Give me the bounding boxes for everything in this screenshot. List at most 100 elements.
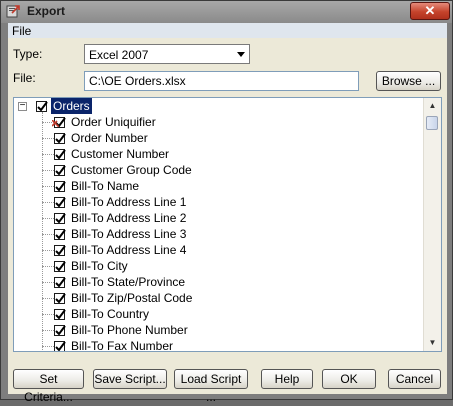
collapse-icon[interactable]: − bbox=[18, 101, 27, 111]
checkmark-icon bbox=[55, 213, 66, 224]
tree-connector bbox=[42, 346, 54, 347]
tree-item[interactable]: Bill-To Address Line 4 bbox=[14, 242, 424, 258]
checkmark-icon bbox=[55, 197, 66, 208]
tree-item[interactable]: Bill-To Address Line 3 bbox=[14, 226, 424, 242]
type-label: Type: bbox=[13, 47, 43, 61]
tree-connector bbox=[42, 266, 54, 267]
tree-item-checkbox[interactable] bbox=[54, 293, 66, 304]
type-dropdown[interactable]: Excel 2007 bbox=[84, 44, 250, 64]
window-title: Export bbox=[27, 4, 66, 18]
menu-bar: File bbox=[8, 23, 447, 38]
tree-item[interactable]: Order Uniquifier bbox=[14, 114, 424, 130]
export-app-icon bbox=[6, 5, 20, 18]
tree-item-label: Bill-To Address Line 3 bbox=[71, 227, 187, 241]
tree-item-label: Bill-To State/Province bbox=[71, 275, 186, 289]
tree-item-label: Order Number bbox=[71, 131, 148, 145]
tree-item-checkbox[interactable] bbox=[54, 309, 66, 320]
menu-file[interactable]: File bbox=[12, 24, 31, 38]
tree-item-checkbox[interactable] bbox=[54, 341, 66, 351]
browse-button[interactable]: Browse ... bbox=[376, 71, 441, 91]
tree-item[interactable]: Bill-To City bbox=[14, 258, 424, 274]
help-button[interactable]: Help bbox=[261, 369, 313, 389]
tree-item-label: Bill-To Address Line 1 bbox=[71, 195, 187, 209]
tree-connector bbox=[42, 298, 54, 299]
tree-item[interactable]: Bill-To Country bbox=[14, 306, 424, 322]
tree-connector bbox=[42, 170, 54, 171]
set-criteria-button[interactable]: Set Criteria... bbox=[13, 369, 84, 404]
checkmark-icon bbox=[55, 293, 66, 304]
tree-item-checkbox[interactable] bbox=[54, 181, 66, 192]
tree-item-label: Bill-To Phone Number bbox=[71, 323, 188, 337]
checkmark-icon bbox=[55, 229, 66, 240]
file-path-input[interactable] bbox=[84, 71, 359, 91]
tree-item-label: Bill-To Address Line 4 bbox=[71, 243, 187, 257]
tree-connector bbox=[42, 202, 54, 203]
tree-item-checkbox[interactable] bbox=[54, 149, 66, 160]
tree-connector bbox=[42, 154, 54, 155]
tree-root-orders[interactable]: − Orders bbox=[14, 98, 424, 114]
checkmark-icon bbox=[55, 277, 66, 288]
tree-item[interactable]: Customer Number bbox=[14, 146, 424, 162]
tree-item-label: Customer Group Code bbox=[71, 163, 192, 177]
checkmark-icon bbox=[55, 261, 66, 272]
tree-item[interactable]: Bill-To Address Line 2 bbox=[14, 210, 424, 226]
export-window: Export ✕ File Type: Excel 2007 File: Bro… bbox=[0, 0, 453, 404]
ok-button[interactable]: OK bbox=[322, 369, 376, 389]
dialog-body: Type: Excel 2007 File: Browse ... − Orde… bbox=[8, 38, 447, 404]
tree-item[interactable]: Bill-To Phone Number bbox=[14, 322, 424, 338]
tree-connector bbox=[42, 186, 54, 187]
checkmark-icon bbox=[55, 181, 66, 192]
tree-root-label: Orders bbox=[51, 98, 92, 114]
tree-item-checkbox[interactable] bbox=[54, 277, 66, 288]
load-script-button[interactable]: Load Script ... bbox=[174, 369, 248, 404]
chevron-down-icon bbox=[237, 52, 245, 57]
tree-connector bbox=[42, 234, 54, 235]
tree-item-label: Bill-To City bbox=[71, 259, 128, 273]
checkmark-icon bbox=[55, 309, 66, 320]
tree-item[interactable]: Bill-To Address Line 1 bbox=[14, 194, 424, 210]
tree-item-checkbox[interactable] bbox=[54, 165, 66, 176]
tree-item-label: Bill-To Country bbox=[71, 307, 150, 321]
tree-item[interactable]: Customer Group Code bbox=[14, 162, 424, 178]
cancel-button[interactable]: Cancel bbox=[388, 369, 441, 389]
vertical-scrollbar[interactable]: ▲ ▼ bbox=[423, 98, 441, 351]
close-icon: ✕ bbox=[424, 3, 436, 18]
tree-item-checkbox[interactable] bbox=[54, 133, 66, 144]
tree-connector bbox=[42, 218, 54, 219]
tree-item-checkbox[interactable] bbox=[54, 325, 66, 336]
tree-item-label: Bill-To Name bbox=[71, 179, 140, 193]
tree-item-label: Bill-To Fax Number bbox=[71, 339, 174, 352]
scroll-up-icon[interactable]: ▲ bbox=[425, 98, 440, 114]
checkmark-icon bbox=[55, 341, 66, 351]
tree-item-label: Customer Number bbox=[71, 147, 170, 161]
tree-item-checkbox[interactable] bbox=[54, 197, 66, 208]
tree-item-label: Bill-To Address Line 2 bbox=[71, 211, 187, 225]
tree-item-checkbox[interactable] bbox=[54, 229, 66, 240]
tree-item-checkbox[interactable] bbox=[54, 245, 66, 256]
tree-item[interactable]: Bill-To Name bbox=[14, 178, 424, 194]
tree-item[interactable]: Bill-To State/Province bbox=[14, 274, 424, 290]
key-marker-icon bbox=[51, 115, 60, 128]
checkmark-icon bbox=[55, 245, 66, 256]
checkmark-icon bbox=[55, 133, 66, 144]
file-label: File: bbox=[13, 71, 36, 85]
tree-item-checkbox[interactable] bbox=[54, 261, 66, 272]
tree-item[interactable]: Bill-To Zip/Postal Code bbox=[14, 290, 424, 306]
scroll-thumb[interactable] bbox=[426, 116, 438, 130]
checkmark-icon bbox=[55, 165, 66, 176]
checkbox-orders[interactable] bbox=[36, 101, 48, 112]
checkmark-icon bbox=[55, 149, 66, 160]
tree-item[interactable]: Order Number bbox=[14, 130, 424, 146]
checkmark-icon bbox=[55, 325, 66, 336]
scroll-down-icon[interactable]: ▼ bbox=[425, 335, 440, 351]
title-bar[interactable]: Export ✕ bbox=[1, 1, 452, 23]
tree-connector bbox=[42, 138, 54, 139]
tree-item[interactable]: Bill-To Fax Number bbox=[14, 338, 424, 352]
tree-item-label: Order Uniquifier bbox=[71, 115, 156, 129]
close-button[interactable]: ✕ bbox=[410, 2, 450, 20]
field-tree[interactable]: − Orders Order Uniquifier Order Number Cus… bbox=[13, 97, 442, 352]
tree-item-label: Bill-To Zip/Postal Code bbox=[71, 291, 193, 305]
save-script-button[interactable]: Save Script... bbox=[93, 369, 167, 389]
tree-item-checkbox[interactable] bbox=[54, 213, 66, 224]
tree-connector bbox=[42, 314, 54, 315]
